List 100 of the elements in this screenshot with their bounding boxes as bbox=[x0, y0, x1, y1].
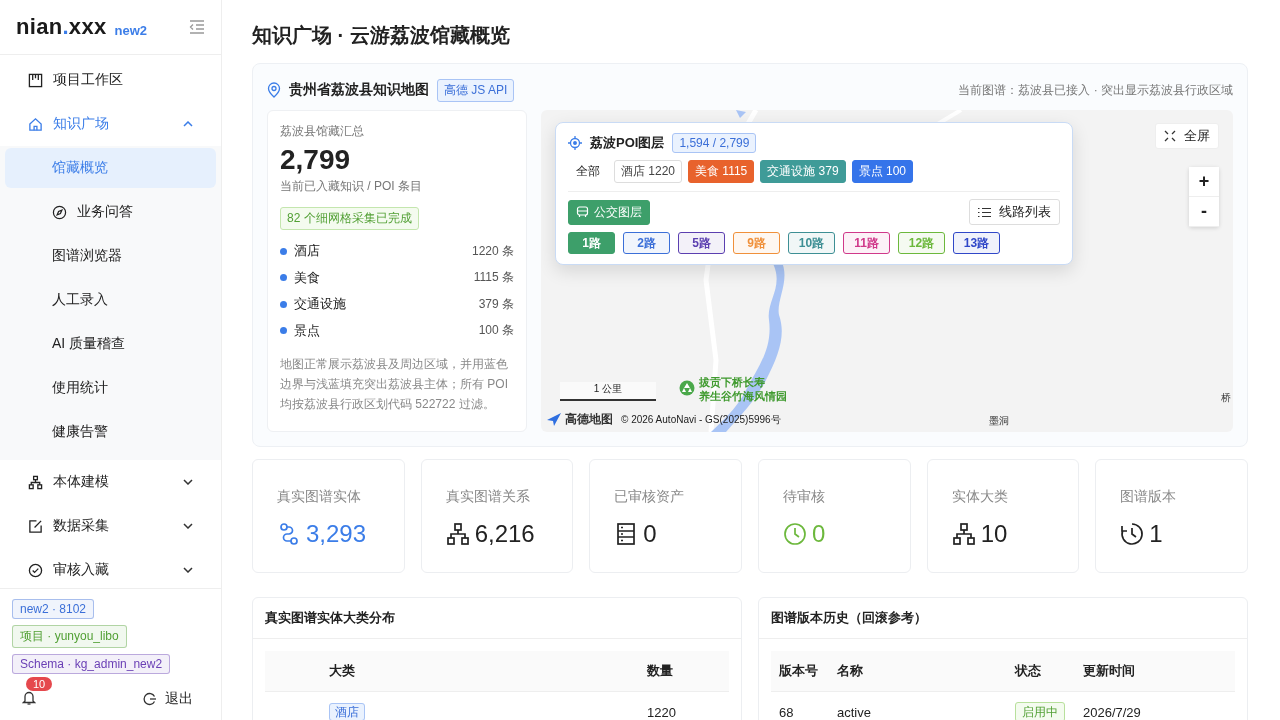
table-cell-text: 2026/7/29 bbox=[1082, 704, 1142, 720]
map-view[interactable]: 荔波POI图层 1,594 / 2,799 全部 酒店 1220 美食 1115 交通设施 379 景点 100 公交图层 线路列表 1路 2路 5路 9路 10路 11路 12路 13路 全屏 + - 1 公里 拔贡下桥长寿 养生谷竹海风情园 墨洞 桥 高德地图 © 2026 AutoNavi - GS(2025)5996号 bbox=[541, 110, 1233, 432]
list-icon bbox=[978, 206, 991, 218]
version-label: new2 bbox=[114, 22, 147, 38]
river-drawing bbox=[736, 110, 746, 118]
category-count: 100 条 bbox=[478, 322, 514, 340]
summary-caption: 当前已入藏知识 / POI 条目 bbox=[280, 178, 423, 195]
summary-label: 荔波县馆藏汇总 bbox=[280, 123, 365, 140]
hierarchy-icon bbox=[28, 474, 43, 490]
column-header: 名称 bbox=[836, 662, 864, 680]
panel-title: 图谱版本历史（回滚参考） bbox=[759, 598, 1247, 639]
target-icon bbox=[568, 136, 582, 150]
history-icon bbox=[1120, 522, 1145, 546]
fullscreen-icon bbox=[1164, 130, 1176, 142]
bell-icon[interactable] bbox=[22, 690, 36, 705]
category-name: 酒店 bbox=[294, 242, 321, 261]
filter-chip[interactable]: 酒店 1220 bbox=[614, 160, 683, 183]
edit-icon bbox=[28, 518, 43, 534]
nav-subitem[interactable]: 使用统计 bbox=[5, 368, 216, 408]
nav-item[interactable]: 本体建模 bbox=[0, 460, 221, 504]
map-note: 当前图谱：荔波县已接入 · 突出显示荔波县行政区域 bbox=[958, 81, 1233, 99]
status-tag: 启用中 bbox=[1015, 701, 1065, 720]
logout-button[interactable]: 退出 bbox=[127, 690, 209, 708]
nav-subitem[interactable]: 人工录入 bbox=[5, 280, 216, 320]
nav-subitem[interactable]: 健康告警 bbox=[5, 412, 216, 452]
route-list-button[interactable]: 线路列表 bbox=[969, 199, 1060, 225]
context-tag: 项目 · yunyou_libo bbox=[12, 625, 127, 648]
clock-icon bbox=[783, 522, 807, 546]
stat-label: 待审核 bbox=[783, 488, 826, 506]
context-tag: Schema · kg_admin_new2 bbox=[12, 654, 171, 674]
stat-value: 1 bbox=[1149, 520, 1163, 548]
route-chip[interactable]: 10路 bbox=[788, 232, 835, 254]
table-cell-text: 68 bbox=[778, 704, 795, 720]
nav-subitem[interactable]: 图谱浏览器 bbox=[5, 236, 216, 276]
column-header: 状态 bbox=[1013, 662, 1042, 680]
fullscreen-button[interactable]: 全屏 bbox=[1155, 123, 1219, 149]
hierarchy-icon bbox=[951, 522, 976, 546]
filter-chip[interactable]: 景点 100 bbox=[851, 160, 913, 183]
bullet-dot bbox=[280, 327, 287, 335]
category-name: 交通设施 bbox=[294, 295, 347, 314]
category-count: 1220 条 bbox=[471, 242, 514, 260]
category-name: 景点 bbox=[294, 321, 321, 340]
map-title: 贵州省荔波县知识地图 bbox=[289, 81, 429, 99]
nav-subitem[interactable]: 馆藏概览 bbox=[5, 148, 216, 188]
chevron-down-icon bbox=[183, 523, 193, 529]
column-header: 大类 bbox=[328, 662, 356, 680]
table-cell-text: active bbox=[836, 704, 872, 720]
logo: nian.xxx bbox=[16, 14, 107, 40]
bus-icon bbox=[576, 206, 589, 218]
stat-value: 6,216 bbox=[474, 520, 535, 548]
map-brand: 高德地图 bbox=[565, 411, 613, 428]
route-chip[interactable]: 5路 bbox=[678, 232, 725, 254]
map-place-label: 墨洞 bbox=[989, 414, 1009, 428]
layer-title: 荔波POI图层 bbox=[590, 134, 665, 152]
map-attribution: © 2026 AutoNavi - GS(2025)5996号 bbox=[621, 412, 781, 427]
board-icon bbox=[28, 72, 43, 88]
category-count: 379 条 bbox=[478, 295, 514, 313]
nav-item[interactable]: 知识广场 bbox=[0, 102, 221, 146]
bullet-dot bbox=[280, 300, 287, 308]
chevron-down-icon bbox=[183, 567, 193, 573]
arrow-logo-icon bbox=[547, 413, 561, 426]
layer-count: 1,594 / 2,799 bbox=[672, 133, 757, 153]
zoom-in-button[interactable]: + bbox=[1189, 167, 1219, 197]
nav-item[interactable]: 项目工作区 bbox=[0, 58, 221, 102]
route-chip[interactable]: 13路 bbox=[953, 232, 1000, 254]
nav-item[interactable]: 审核入藏 bbox=[0, 548, 221, 588]
stat-value: 0 bbox=[812, 520, 826, 548]
summary-description: 地图正常展示荔波县及周边区域，并用蓝色边界与浅蓝填充突出荔波县主体；所有 POI 均按荔波县行政区划代码 522722 过滤。 bbox=[280, 356, 509, 413]
bullet-dot bbox=[280, 274, 287, 282]
stat-label: 图谱版本 bbox=[1120, 488, 1178, 506]
route-chip[interactable]: 11路 bbox=[843, 232, 890, 254]
column-header: 版本号 bbox=[778, 662, 819, 680]
filter-all[interactable]: 全部 bbox=[568, 160, 608, 183]
table-cell-text: 1220 bbox=[646, 704, 677, 720]
check-circle-icon bbox=[28, 562, 43, 578]
stat-value: 10 bbox=[980, 520, 1008, 548]
context-tag: new2 · 8102 bbox=[12, 599, 95, 619]
zoom-out-button[interactable]: - bbox=[1189, 197, 1219, 227]
stat-value: 0 bbox=[643, 520, 657, 548]
category-name: 美食 bbox=[294, 268, 321, 287]
location-pin-icon bbox=[267, 82, 281, 98]
route-chip[interactable]: 2路 bbox=[623, 232, 670, 254]
compass-icon bbox=[52, 204, 67, 220]
chevron-down-icon bbox=[183, 479, 193, 485]
category-count: 1115 条 bbox=[473, 269, 514, 287]
stat-label: 已审核资产 bbox=[614, 488, 686, 506]
nav-subitem[interactable]: 业务问答 bbox=[5, 192, 216, 232]
nav-subitem[interactable]: AI 质量稽查 bbox=[5, 324, 216, 364]
chevron-up-icon bbox=[183, 121, 193, 127]
logout-icon bbox=[143, 692, 157, 706]
map-place-label: 拔贡下桥长寿 养生谷竹海风情园 bbox=[699, 375, 787, 403]
home-icon bbox=[28, 116, 43, 132]
scale-bar: 1 公里 bbox=[560, 382, 656, 401]
stat-label: 实体大类 bbox=[951, 488, 1009, 506]
summary-total: 2,799 bbox=[280, 144, 352, 176]
stat-label: 真实图谱关系 bbox=[445, 488, 531, 506]
bullet-dot bbox=[280, 247, 287, 255]
nav-item[interactable]: 数据采集 bbox=[0, 504, 221, 548]
api-tag: 高德 JS API bbox=[437, 78, 515, 102]
status-badge: 82 个细网格采集已完成 bbox=[280, 207, 419, 230]
